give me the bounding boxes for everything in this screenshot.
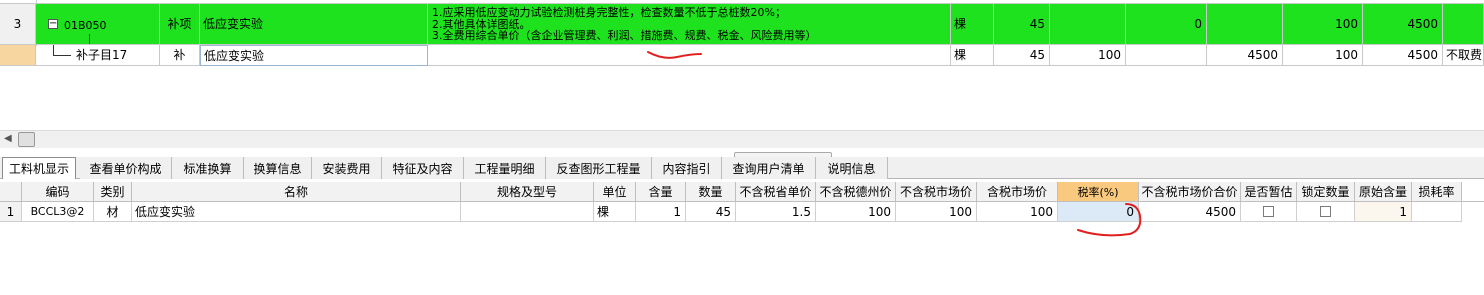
header-quantity[interactable]: 数量 xyxy=(686,182,736,202)
row-number[interactable]: 3 xyxy=(0,4,36,45)
tab-content-guide[interactable]: 内容指引 xyxy=(652,157,722,179)
col1-cell[interactable]: 100 xyxy=(1050,45,1126,66)
cell-code[interactable]: BCCL3@2 xyxy=(22,202,94,222)
header-unit[interactable]: 单位 xyxy=(594,182,636,202)
col2-cell[interactable] xyxy=(1126,45,1207,66)
name-cell-editing[interactable]: 低应变实验 xyxy=(200,45,428,66)
tab-labor-material-machine[interactable]: 工料机显示 xyxy=(2,157,76,179)
unit-cell[interactable]: 棵 xyxy=(951,4,994,45)
header-original-content[interactable]: 原始含量 xyxy=(1355,182,1412,202)
lock-quantity-checkbox[interactable] xyxy=(1320,206,1331,217)
code-cell[interactable]: 补子目17 xyxy=(36,45,160,66)
tab-conversion-info[interactable]: 换算信息 xyxy=(244,157,312,179)
tab-standard-conversion[interactable]: 标准换算 xyxy=(172,157,244,179)
header-content[interactable]: 含量 xyxy=(636,182,686,202)
code-text: 01B050 xyxy=(64,19,107,32)
header-tax-rate[interactable]: 税率(%) xyxy=(1058,182,1139,202)
col2-cell[interactable]: 0 xyxy=(1126,4,1207,45)
header-market-price-tax[interactable]: 含税市场价 xyxy=(977,182,1058,202)
cell-name[interactable]: 低应变实验 xyxy=(132,202,461,222)
row-number-selected[interactable] xyxy=(0,45,36,66)
tab-features-content[interactable]: 特征及内容 xyxy=(382,157,464,179)
unit-cell[interactable]: 棵 xyxy=(951,45,994,66)
horizontal-scrollbar[interactable] xyxy=(0,130,1484,148)
tab-graphic-quantity-lookup[interactable]: 反查图形工程量 xyxy=(546,157,652,179)
cell-category[interactable]: 材 xyxy=(94,202,132,222)
header-corner xyxy=(0,182,22,202)
red-circle-annotation xyxy=(1077,203,1142,237)
cell-is-estimate[interactable] xyxy=(1241,202,1297,222)
cell-quantity[interactable]: 45 xyxy=(686,202,736,222)
code-text: 补子目17 xyxy=(76,48,128,62)
tab-install-fee[interactable]: 安装费用 xyxy=(312,157,382,179)
cell-original-content[interactable]: 1 xyxy=(1355,202,1412,222)
cell-prov-price[interactable]: 1.5 xyxy=(736,202,816,222)
cell-loss-rate[interactable] xyxy=(1412,202,1462,222)
tab-unit-price-composition[interactable]: 查看单价构成 xyxy=(80,157,172,179)
col6-cell[interactable] xyxy=(1443,4,1484,45)
cell-lock-quantity[interactable] xyxy=(1297,202,1355,222)
cell-spec[interactable] xyxy=(461,202,594,222)
description-line-3: 3.全费用综合单价（含企业管理费、利润、措施费、规费、税金、风险费用等） xyxy=(432,29,817,42)
header-is-estimate[interactable]: 是否暂估 xyxy=(1241,182,1297,202)
header-spec[interactable]: 规格及型号 xyxy=(461,182,594,202)
header-prov-price[interactable]: 不含税省单价 xyxy=(736,182,816,202)
tree-line xyxy=(89,34,90,44)
upper-grid: 3 − 01B050 补项 低应变实验 1.应采用低应变动力试验检测桩身完整性，… xyxy=(0,0,1484,130)
cell-market-price[interactable]: 100 xyxy=(896,202,977,222)
qty-cell[interactable]: 45 xyxy=(994,4,1050,45)
cell-market-total[interactable]: 4500 xyxy=(1139,202,1241,222)
header-code[interactable]: 编码 xyxy=(22,182,94,202)
col3-cell[interactable] xyxy=(1207,4,1283,45)
col3-cell[interactable]: 4500 xyxy=(1207,45,1283,66)
cell-content[interactable]: 1 xyxy=(636,202,686,222)
type-cell[interactable]: 补项 xyxy=(160,4,200,45)
col4-cell[interactable]: 100 xyxy=(1283,4,1363,45)
row-index[interactable]: 1 xyxy=(0,202,22,222)
header-market-price[interactable]: 不含税市场价 xyxy=(896,182,977,202)
tree-branch-line-h xyxy=(53,55,71,56)
header-market-total[interactable]: 不含税市场价合价 xyxy=(1139,182,1241,202)
cell-dezhou-price[interactable]: 100 xyxy=(816,202,896,222)
col6-cell[interactable]: 不取费 xyxy=(1443,45,1484,66)
description-line-1: 1.应采用低应变动力试验检测桩身完整性，检查数量不低于总桩数20%； xyxy=(432,6,786,19)
col5-cell[interactable]: 4500 xyxy=(1363,4,1443,45)
col4-cell[interactable]: 100 xyxy=(1283,45,1363,66)
type-cell[interactable]: 补 xyxy=(160,45,200,66)
header-category[interactable]: 类别 xyxy=(94,182,132,202)
header-lock-quantity[interactable]: 锁定数量 xyxy=(1297,182,1355,202)
qty-cell[interactable]: 45 xyxy=(994,45,1050,66)
description-cell[interactable] xyxy=(428,45,951,66)
header-name[interactable]: 名称 xyxy=(132,182,461,202)
tab-query-user-list[interactable]: 查询用户清单 xyxy=(722,157,816,179)
cell-market-price-tax[interactable]: 100 xyxy=(977,202,1058,222)
header-loss-rate[interactable]: 损耗率 xyxy=(1412,182,1462,202)
tab-quantity-detail[interactable]: 工程量明细 xyxy=(464,157,546,179)
scroll-left-icon[interactable]: ◀ xyxy=(4,133,12,144)
col5-cell[interactable]: 4500 xyxy=(1363,45,1443,66)
is-estimate-checkbox[interactable] xyxy=(1263,206,1274,217)
col1-cell[interactable] xyxy=(1050,4,1126,45)
name-cell[interactable]: 低应变实验 xyxy=(200,4,428,45)
scrollbar-thumb[interactable] xyxy=(18,132,35,147)
collapse-icon[interactable]: − xyxy=(48,19,58,29)
header-dezhou-price[interactable]: 不含税德州价 xyxy=(816,182,896,202)
header-filler xyxy=(1462,182,1484,202)
cell-unit[interactable]: 棵 xyxy=(594,202,636,222)
tab-description-info[interactable]: 说明信息 xyxy=(816,157,888,179)
description-cell[interactable]: 1.应采用低应变动力试验检测桩身完整性，检查数量不低于总桩数20%； 2.其他具… xyxy=(428,4,951,45)
